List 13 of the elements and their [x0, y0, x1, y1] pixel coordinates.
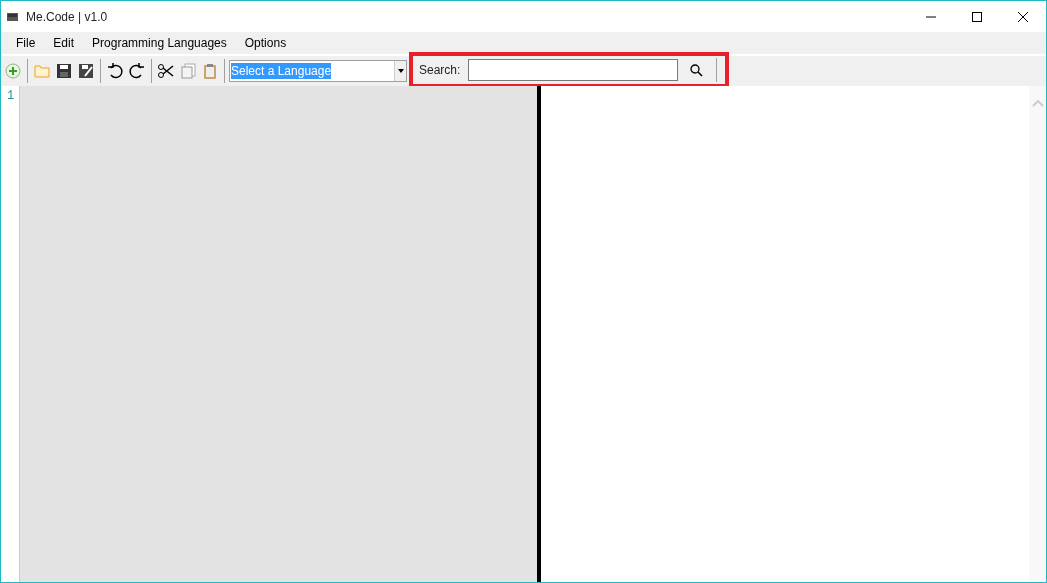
- menu-item[interactable]: Options: [235, 34, 296, 52]
- caret-icon[interactable]: [397, 69, 404, 73]
- maximize-icon[interactable]: [971, 10, 983, 23]
- line-number: 1: [7, 88, 16, 105]
- window-title: Me.Code | v1.0: [26, 8, 108, 26]
- menu-item[interactable]: Edit: [44, 34, 84, 52]
- add-icon[interactable]: [3, 60, 23, 82]
- menu-item[interactable]: File: [7, 34, 45, 52]
- search-label: Search:: [419, 62, 461, 79]
- menu-item[interactable]: Programming Languages: [83, 34, 236, 52]
- search-field[interactable]: [468, 59, 679, 81]
- app-icon: [7, 12, 18, 21]
- close-icon[interactable]: [1017, 10, 1029, 23]
